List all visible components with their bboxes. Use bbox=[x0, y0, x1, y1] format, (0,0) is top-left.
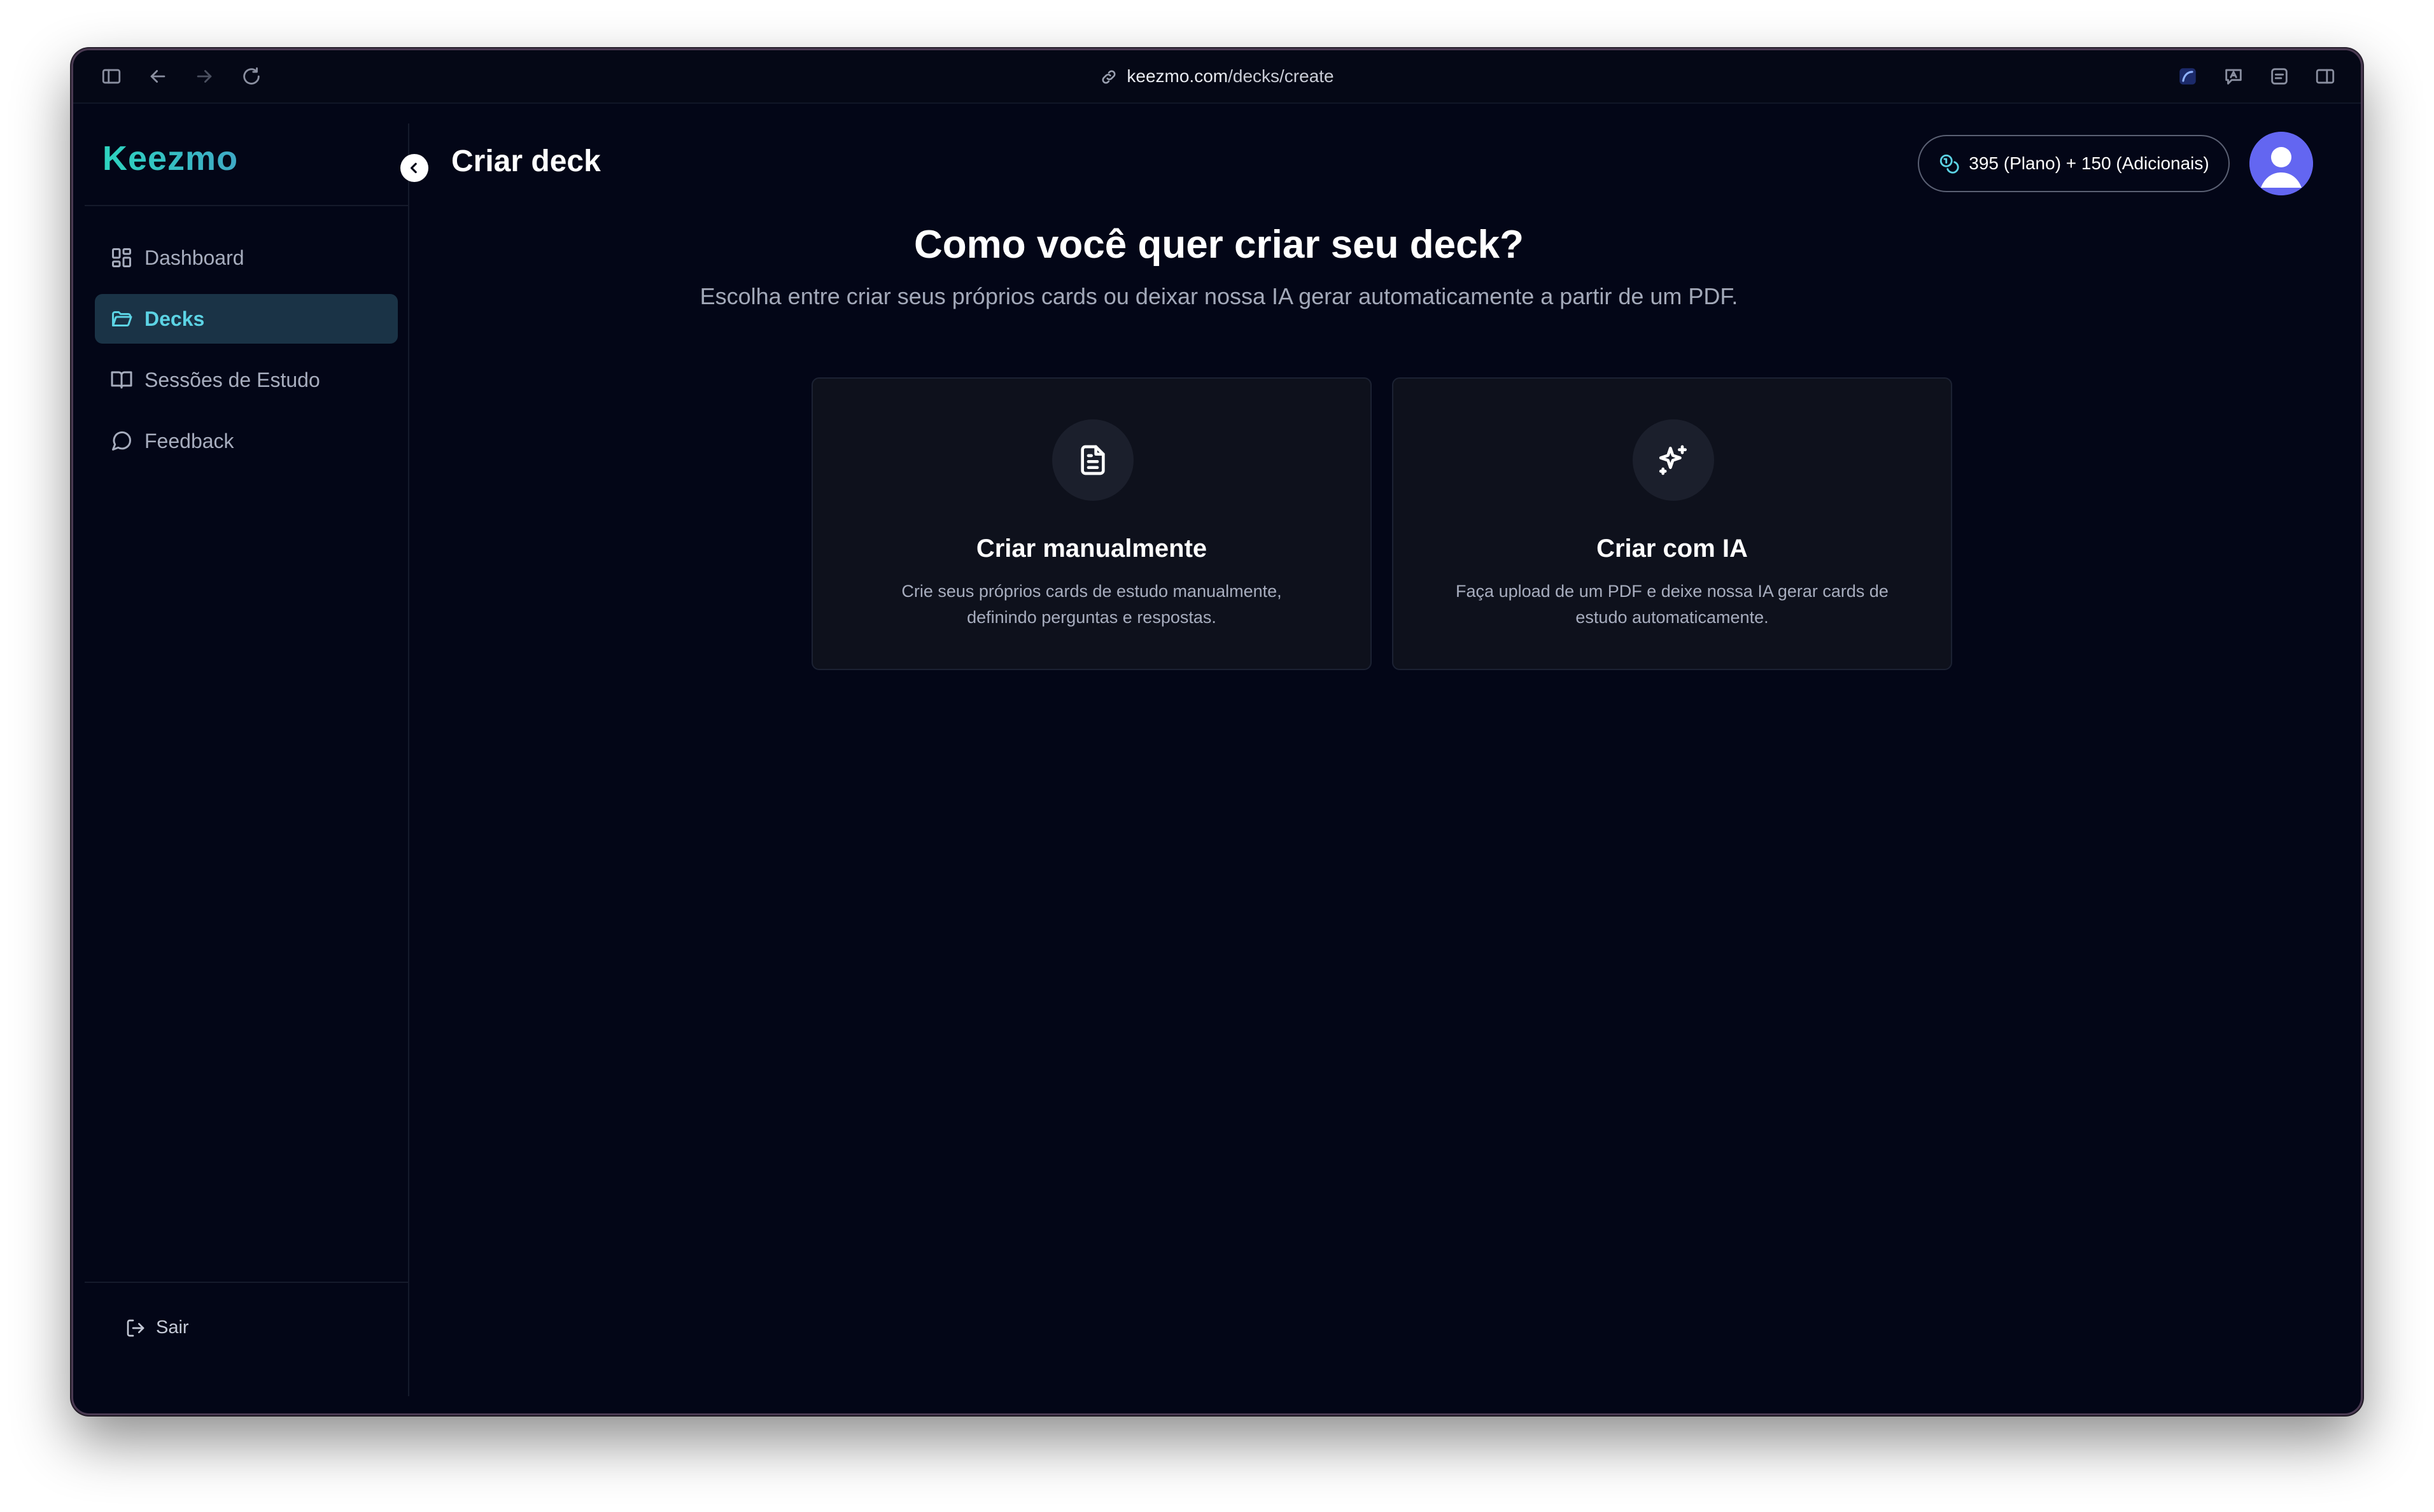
sidebar-item-label: Decks bbox=[144, 307, 205, 330]
main-subheading: Escolha entre criar seus próprios cards … bbox=[700, 283, 1738, 309]
create-manual-card[interactable]: Criar manualmente Crie seus próprios car… bbox=[812, 377, 1372, 670]
card-description: Faça upload de um PDF e deixe nossa IA g… bbox=[1456, 582, 1889, 627]
card-description: Crie seus próprios cards de estudo manua… bbox=[901, 582, 1282, 627]
page-title: Criar deck bbox=[451, 144, 601, 178]
sidebar-item-study-sessions[interactable]: Sessões de Estudo bbox=[95, 355, 398, 405]
logout-label: Sair bbox=[156, 1317, 189, 1338]
reader-icon[interactable] bbox=[2267, 64, 2292, 89]
main-heading: Como você quer criar seu deck? bbox=[914, 223, 1524, 267]
sidebar-nav: Dashboard Decks Sessões de Estudo Feedba… bbox=[95, 233, 398, 477]
address-bar[interactable]: keezmo.com/decks/create bbox=[73, 63, 2361, 90]
logout-button[interactable]: Sair bbox=[125, 1317, 189, 1338]
browser-toolbar: keezmo.com/decks/create bbox=[73, 50, 2361, 104]
split-view-icon[interactable] bbox=[2312, 64, 2338, 89]
coins-icon bbox=[1940, 154, 1959, 174]
sparkles-icon bbox=[1659, 445, 1687, 475]
create-ai-card[interactable]: Criar com IA Faça upload de um PDF e dei… bbox=[1392, 377, 1952, 670]
card-title: Criar com IA bbox=[1596, 535, 1748, 563]
icon-circle bbox=[1633, 419, 1714, 501]
chevron-left-icon bbox=[411, 162, 417, 174]
credits-badge[interactable]: 395 (Plano) + 150 (Adicionais) bbox=[1918, 135, 2230, 192]
collapse-sidebar-button[interactable] bbox=[400, 154, 428, 182]
extension-icon[interactable] bbox=[2175, 64, 2200, 89]
translate-icon[interactable] bbox=[2221, 64, 2246, 89]
user-avatar-icon bbox=[2249, 132, 2313, 195]
credits-text: 395 (Plano) + 150 (Adicionais) bbox=[1969, 153, 2209, 173]
message-circle-icon bbox=[112, 431, 132, 451]
sidebar-item-label: Sessões de Estudo bbox=[144, 368, 320, 391]
file-text-icon bbox=[1081, 445, 1105, 475]
folder-icon bbox=[112, 311, 132, 326]
book-open-icon bbox=[111, 371, 132, 389]
sidebar-item-label: Feedback bbox=[144, 429, 234, 452]
sidebar: Keezmo Dashboard Decks Sessões de Estudo… bbox=[85, 123, 409, 1396]
avatar[interactable] bbox=[2249, 132, 2313, 195]
divider bbox=[85, 205, 408, 206]
logout-icon bbox=[127, 1319, 144, 1336]
divider bbox=[85, 1282, 408, 1283]
card-title: Criar manualmente bbox=[976, 535, 1207, 563]
url-path: /decks/create bbox=[1228, 66, 1334, 86]
browser-window: keezmo.com/decks/create Keezmo Dashboard… bbox=[71, 48, 2363, 1415]
app-logo[interactable]: Keezmo bbox=[102, 139, 238, 178]
link-icon bbox=[1102, 70, 1116, 84]
sidebar-item-feedback[interactable]: Feedback bbox=[95, 416, 398, 466]
icon-circle bbox=[1052, 419, 1134, 501]
url-host: keezmo.com bbox=[1127, 66, 1228, 86]
